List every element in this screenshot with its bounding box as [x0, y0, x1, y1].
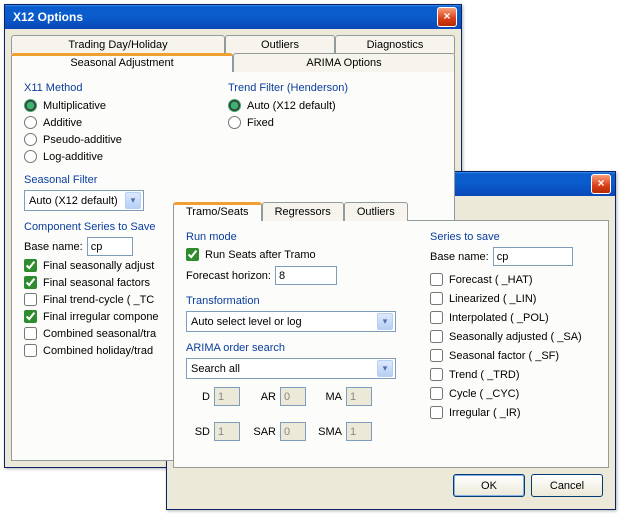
- transformation-header: Transformation: [186, 295, 406, 307]
- radio-log-additive[interactable]: [24, 150, 37, 163]
- checkbox-series-0[interactable]: [430, 273, 443, 286]
- checkbox-run-seats[interactable]: [186, 248, 199, 261]
- trend-filter-header: Trend Filter (Henderson): [228, 82, 442, 94]
- tab-tramo-seats[interactable]: Tramo/Seats: [173, 202, 262, 221]
- checkbox-component-0[interactable]: [24, 259, 37, 272]
- checkbox-series-7[interactable]: [430, 406, 443, 419]
- checkbox-series-5-label: Trend ( _TRD): [449, 369, 520, 381]
- x11-method-header: X11 Method: [24, 82, 204, 94]
- sma-label: SMA: [318, 426, 342, 438]
- checkbox-run-seats-label: Run Seats after Tramo: [205, 249, 316, 261]
- x12-tabs-row-back: Trading Day/Holiday Outliers Diagnostics: [11, 35, 455, 54]
- radio-multiplicative[interactable]: [24, 99, 37, 112]
- radio-auto-x12-default[interactable]: [228, 99, 241, 112]
- checkbox-series-2[interactable]: [430, 311, 443, 324]
- checkbox-component-2[interactable]: [24, 293, 37, 306]
- sar-input: [280, 422, 306, 441]
- checkbox-component-3-label: Final irregular compone: [43, 311, 159, 323]
- seasonal-filter-select[interactable]: Auto (X12 default) ▾: [24, 190, 144, 211]
- seasonal-filter-value: Auto (X12 default): [29, 195, 118, 207]
- checkbox-series-4-label: Seasonal factor ( _SF): [449, 350, 559, 362]
- tab-arima-options[interactable]: ARIMA Options: [233, 53, 455, 72]
- tab-diagnostics[interactable]: Diagnostics: [335, 35, 455, 54]
- close-icon[interactable]: ×: [591, 174, 611, 194]
- chevron-down-icon: ▾: [125, 192, 141, 209]
- checkbox-component-2-label: Final trend-cycle ( _TC: [43, 294, 154, 306]
- d-label: D: [186, 391, 210, 403]
- checkbox-component-1-label: Final seasonal factors: [43, 277, 150, 289]
- radio-multiplicative-label: Multiplicative: [43, 100, 106, 112]
- radio-pseudo-additive-label: Pseudo-additive: [43, 134, 122, 146]
- checkbox-component-4-label: Combined seasonal/tra: [43, 328, 156, 340]
- arima-search-select[interactable]: Search all ▾: [186, 358, 396, 379]
- forecast-horizon-label: Forecast horizon:: [186, 270, 271, 282]
- checkbox-series-2-label: Interpolated ( _POL): [449, 312, 549, 324]
- checkbox-series-5[interactable]: [430, 368, 443, 381]
- checkbox-component-4[interactable]: [24, 327, 37, 340]
- tab-outliers[interactable]: Outliers: [225, 35, 335, 54]
- d-input: [214, 387, 240, 406]
- chevron-down-icon: ▾: [377, 360, 393, 377]
- chevron-down-icon: ▾: [377, 313, 393, 330]
- ma-label: MA: [318, 391, 342, 403]
- radio-pseudo-additive[interactable]: [24, 133, 37, 146]
- ar-input: [280, 387, 306, 406]
- transformation-select[interactable]: Auto select level or log ▾: [186, 311, 396, 332]
- sd-input: [214, 422, 240, 441]
- sar-label: SAR: [252, 426, 276, 438]
- sd-label: SD: [186, 426, 210, 438]
- radio-log-additive-label: Log-additive: [43, 151, 103, 163]
- radio-fixed-label: Fixed: [247, 117, 274, 129]
- checkbox-component-0-label: Final seasonally adjust: [43, 260, 154, 272]
- x12-tabs-row-front: Seasonal Adjustment ARIMA Options: [11, 53, 455, 72]
- x12-title: X12 Options: [13, 10, 83, 24]
- forecast-horizon-input[interactable]: [275, 266, 337, 285]
- checkbox-series-0-label: Forecast ( _HAT): [449, 274, 533, 286]
- checkbox-series-1-label: Linearized ( _LIN): [449, 293, 536, 305]
- checkbox-component-5[interactable]: [24, 344, 37, 357]
- checkbox-series-4[interactable]: [430, 349, 443, 362]
- transformation-value: Auto select level or log: [191, 316, 302, 328]
- ma-input: [346, 387, 372, 406]
- checkbox-component-5-label: Combined holiday/trad: [43, 345, 153, 357]
- tab-regressors[interactable]: Regressors: [262, 202, 344, 221]
- checkbox-component-1[interactable]: [24, 276, 37, 289]
- x12-titlebar[interactable]: X12 Options ×: [5, 5, 461, 29]
- ts-tabs: Tramo/Seats Regressors Outliers: [173, 202, 609, 221]
- radio-additive[interactable]: [24, 116, 37, 129]
- basename-input[interactable]: [87, 237, 133, 256]
- radio-additive-label: Additive: [43, 117, 82, 129]
- checkbox-series-3-label: Seasonally adjusted ( _SA): [449, 331, 582, 343]
- run-mode-header: Run mode: [186, 231, 406, 243]
- ar-label: AR: [252, 391, 276, 403]
- cancel-button[interactable]: Cancel: [531, 474, 603, 497]
- close-icon[interactable]: ×: [437, 7, 457, 27]
- checkbox-series-7-label: Irregular ( _IR): [449, 407, 521, 419]
- checkbox-component-3[interactable]: [24, 310, 37, 323]
- ts-basename-label: Base name:: [430, 251, 489, 263]
- ts-basename-input[interactable]: [493, 247, 573, 266]
- sma-input: [346, 422, 372, 441]
- radio-fixed[interactable]: [228, 116, 241, 129]
- tramo-seats-options-window: TRAMO/SEATS Options × Tramo/Seats Regres…: [166, 171, 616, 510]
- checkbox-series-6-label: Cycle ( _CYC): [449, 388, 519, 400]
- series-to-save-header: Series to save: [430, 231, 596, 243]
- tab-outliers-ts[interactable]: Outliers: [344, 202, 408, 221]
- checkbox-series-3[interactable]: [430, 330, 443, 343]
- basename-label: Base name:: [24, 241, 83, 253]
- arima-search-value: Search all: [191, 363, 240, 375]
- arima-order-search-header: ARIMA order search: [186, 342, 406, 354]
- tab-seasonal-adjustment[interactable]: Seasonal Adjustment: [11, 53, 233, 72]
- ok-button[interactable]: OK: [453, 474, 525, 497]
- checkbox-series-1[interactable]: [430, 292, 443, 305]
- checkbox-series-6[interactable]: [430, 387, 443, 400]
- seasonal-filter-header: Seasonal Filter: [24, 174, 204, 186]
- tab-trading-day-holiday[interactable]: Trading Day/Holiday: [11, 35, 225, 54]
- radio-auto-label: Auto (X12 default): [247, 100, 336, 112]
